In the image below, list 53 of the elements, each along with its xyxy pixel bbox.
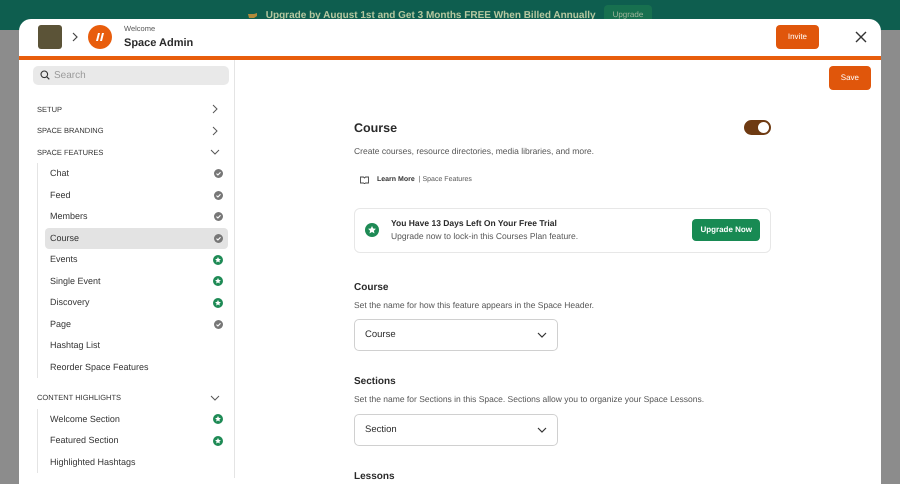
check-badge-icon xyxy=(214,190,223,200)
invite-button[interactable]: Invite xyxy=(776,25,819,50)
sidebar-item[interactable]: Highlighted Hashtags xyxy=(45,452,228,473)
trial-text: Upgrade now to lock-in this Courses Plan feature. xyxy=(391,230,580,243)
check-badge-icon xyxy=(214,234,223,243)
close-icon xyxy=(855,31,867,44)
check-badge-icon xyxy=(214,320,223,329)
sidebar-item[interactable]: Page xyxy=(45,314,228,335)
upgrade-now-button[interactable]: Upgrade Now xyxy=(692,219,760,241)
star-badge-icon xyxy=(213,254,223,265)
search-icon xyxy=(40,70,50,80)
sidebar-item[interactable]: Hashtag List xyxy=(45,335,228,356)
sidebar-item[interactable]: Single Event xyxy=(45,270,228,292)
feature-title: Course xyxy=(354,120,398,136)
chevron-right-icon xyxy=(70,32,80,42)
space-avatar[interactable] xyxy=(38,25,62,50)
trial-title: You Have 13 Days Left On Your Free Trial xyxy=(391,217,558,230)
chevron-right-icon xyxy=(210,104,220,114)
field-description: Set the name for Sections in this Space. Sections allow you to organize your Space Lessons. xyxy=(354,393,706,406)
star-badge-icon xyxy=(365,223,379,237)
chevron-down-icon xyxy=(210,147,220,158)
header-title: Space Admin xyxy=(124,36,194,51)
field-label: Course xyxy=(354,280,390,294)
field-label: Lessons xyxy=(354,470,396,484)
chevron-down-icon xyxy=(210,392,220,403)
field-description: Set the name for how this feature appears in the Space Header. xyxy=(354,298,596,312)
field-label: Sections xyxy=(354,375,397,390)
chevron-down-icon xyxy=(537,330,547,340)
check-badge-icon xyxy=(214,212,223,222)
sidebar-item[interactable]: Course xyxy=(45,228,228,249)
book-icon xyxy=(360,176,369,184)
save-button[interactable]: Save xyxy=(828,66,871,90)
chevron-right-icon xyxy=(210,126,220,136)
check-badge-icon xyxy=(214,169,223,178)
sidebar-item[interactable]: Chat xyxy=(45,163,228,184)
feature-description: Create courses, resource directories, media libraries, and more. xyxy=(354,145,595,158)
star-badge-icon xyxy=(213,436,223,446)
star-badge-icon xyxy=(213,276,223,286)
sidebar-item[interactable]: Welcome Section xyxy=(45,408,228,430)
name-dropdown[interactable]: Section xyxy=(354,414,558,446)
sidebar-item[interactable]: Featured Section xyxy=(45,430,228,452)
chevron-down-icon xyxy=(537,425,547,435)
sidebar-item[interactable]: Members xyxy=(45,206,228,228)
feature-toggle[interactable] xyxy=(744,120,771,136)
sidebar-item[interactable]: Discovery xyxy=(45,292,228,314)
sidebar-item[interactable]: Feed xyxy=(45,184,228,206)
sidebar-item[interactable]: Reorder Space Features xyxy=(45,356,228,378)
search-field[interactable]: Search xyxy=(33,66,229,84)
sidebar-item[interactable]: Events xyxy=(45,249,228,270)
name-dropdown[interactable]: Course xyxy=(354,319,558,352)
logo-icon xyxy=(88,25,112,50)
star-badge-icon xyxy=(213,414,223,424)
star-badge-icon xyxy=(213,298,223,308)
